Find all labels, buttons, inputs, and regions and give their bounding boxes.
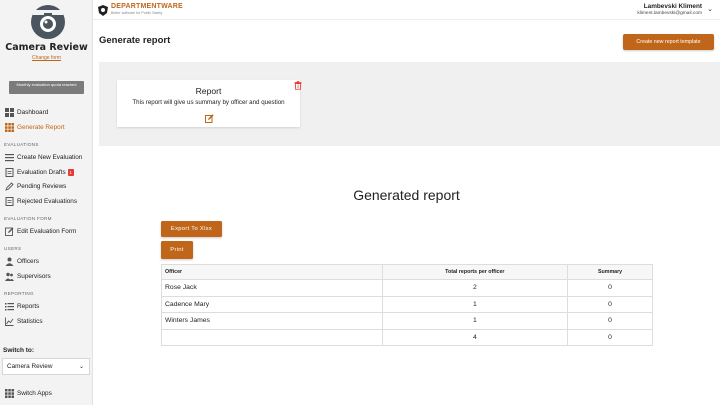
sidebar-item-reports[interactable]: Reports xyxy=(5,300,91,312)
user-icon xyxy=(5,257,14,266)
column-header-officer: Officer xyxy=(161,264,383,280)
sidebar-item-label: Reports xyxy=(17,302,40,310)
sidebar-item-label: Dashboard xyxy=(17,108,49,116)
total-cell: 2 xyxy=(381,279,569,297)
section-evaluations: EVALUATIONS xyxy=(4,142,39,147)
quota-message-badge: Monthly evaluation quota reached xyxy=(9,81,84,94)
brand-name: DEPARTMENTWARE xyxy=(111,3,183,10)
edit-icon xyxy=(5,227,14,236)
sidebar-item-dashboard[interactable]: Dashboard xyxy=(5,106,91,118)
section-evaluation-form: EVALUATION FORM xyxy=(4,216,52,221)
user-name[interactable]: Lambevski Kliment xyxy=(644,3,702,10)
sidebar-item-label: Officers xyxy=(17,257,39,265)
change-form-link[interactable]: Change form xyxy=(0,55,93,61)
topbar: DEPARTMENTWARE Better software for Publi… xyxy=(93,0,720,20)
switch-apps-button[interactable]: Switch Apps xyxy=(5,387,91,399)
sidebar-item-label: Statistics xyxy=(17,317,43,325)
document-icon xyxy=(5,167,14,177)
report-card-title: Report xyxy=(195,86,222,96)
sidebar-item-label: Create New Evaluation xyxy=(17,153,83,161)
officer-cell: Winters James xyxy=(161,312,383,330)
sidebar-item-statistics[interactable]: Statistics xyxy=(5,315,91,327)
sidebar-item-label: Supervisors xyxy=(17,272,51,280)
sidebar-item-create-evaluation[interactable]: Create New Evaluation xyxy=(5,151,91,163)
grid-icon xyxy=(5,388,14,398)
summary-cell: 0 xyxy=(567,328,653,346)
total-cell: 1 xyxy=(381,295,569,313)
drafts-count-badge: 1 xyxy=(67,168,74,176)
users-icon xyxy=(5,272,14,281)
total-cell: 1 xyxy=(381,312,569,330)
sidebar-item-generate-report[interactable]: Generate Report xyxy=(5,121,91,133)
table-row: Rose Jack 2 0 xyxy=(161,279,653,297)
sidebar-item-label: Generate Report xyxy=(17,123,65,131)
officer-cell xyxy=(161,328,383,346)
sidebar-item-officers[interactable]: Officers xyxy=(5,255,91,267)
print-button[interactable]: Print xyxy=(161,241,193,259)
app-title: Camera Review xyxy=(5,42,88,53)
table-row: Winters James 1 0 xyxy=(161,312,653,330)
report-card-description: This report will give us summary by offi… xyxy=(132,99,285,106)
grid-icon xyxy=(5,122,14,132)
summary-cell: 0 xyxy=(567,279,653,297)
sidebar-item-evaluation-drafts[interactable]: Evaluation Drafts 1 xyxy=(5,166,91,178)
switch-app-select[interactable]: Camera Review ⌄ xyxy=(2,358,90,375)
section-users: USERS xyxy=(4,246,22,251)
column-header-total: Total reports per officer xyxy=(381,264,569,280)
generated-report-title: Generated report xyxy=(353,187,460,203)
camera-logo-icon xyxy=(30,4,66,40)
chevron-down-icon: ⌄ xyxy=(78,364,84,370)
list-icon xyxy=(5,153,14,162)
section-reporting: REPORTING xyxy=(4,291,34,296)
officer-cell: Rose Jack xyxy=(161,279,383,297)
edit-icon[interactable] xyxy=(205,110,214,123)
chart-icon xyxy=(5,317,14,326)
total-cell: 4 xyxy=(381,328,569,346)
switch-apps-label: Switch Apps xyxy=(17,389,52,397)
sidebar-item-supervisors[interactable]: Supervisors xyxy=(5,270,91,282)
create-report-template-button[interactable]: Create new report template xyxy=(623,34,714,50)
grid-icon xyxy=(5,107,14,117)
chevron-down-icon[interactable]: ⌄ xyxy=(707,5,713,13)
column-header-summary: Summary xyxy=(567,264,653,280)
page-title: Generate report xyxy=(99,35,171,46)
user-email: kliment.lambevski@gmail.com xyxy=(637,11,702,16)
sidebar-item-label: Evaluation Drafts xyxy=(17,168,66,176)
table-row: Cadence Mary 1 0 xyxy=(161,295,653,313)
switch-to-label: Switch to: xyxy=(3,347,35,354)
table-row-total: 4 0 xyxy=(161,328,653,346)
list-icon xyxy=(5,302,14,311)
table-header-row: Officer Total reports per officer Summar… xyxy=(161,264,653,280)
brand-tagline: Better software for Public Safety xyxy=(111,11,163,15)
switch-app-value: Camera Review xyxy=(7,363,53,370)
summary-cell: 0 xyxy=(567,295,653,313)
officer-cell: Cadence Mary xyxy=(161,295,383,313)
sidebar-item-label: Edit Evaluation Form xyxy=(17,227,77,235)
summary-cell: 0 xyxy=(567,312,653,330)
shield-logo-icon xyxy=(98,3,108,16)
trash-icon[interactable] xyxy=(294,77,302,91)
export-xlsx-button[interactable]: Export To Xlsx xyxy=(161,221,222,237)
report-table: Officer Total reports per officer Summar… xyxy=(161,264,653,346)
sidebar-item-edit-evaluation-form[interactable]: Edit Evaluation Form xyxy=(5,225,91,237)
